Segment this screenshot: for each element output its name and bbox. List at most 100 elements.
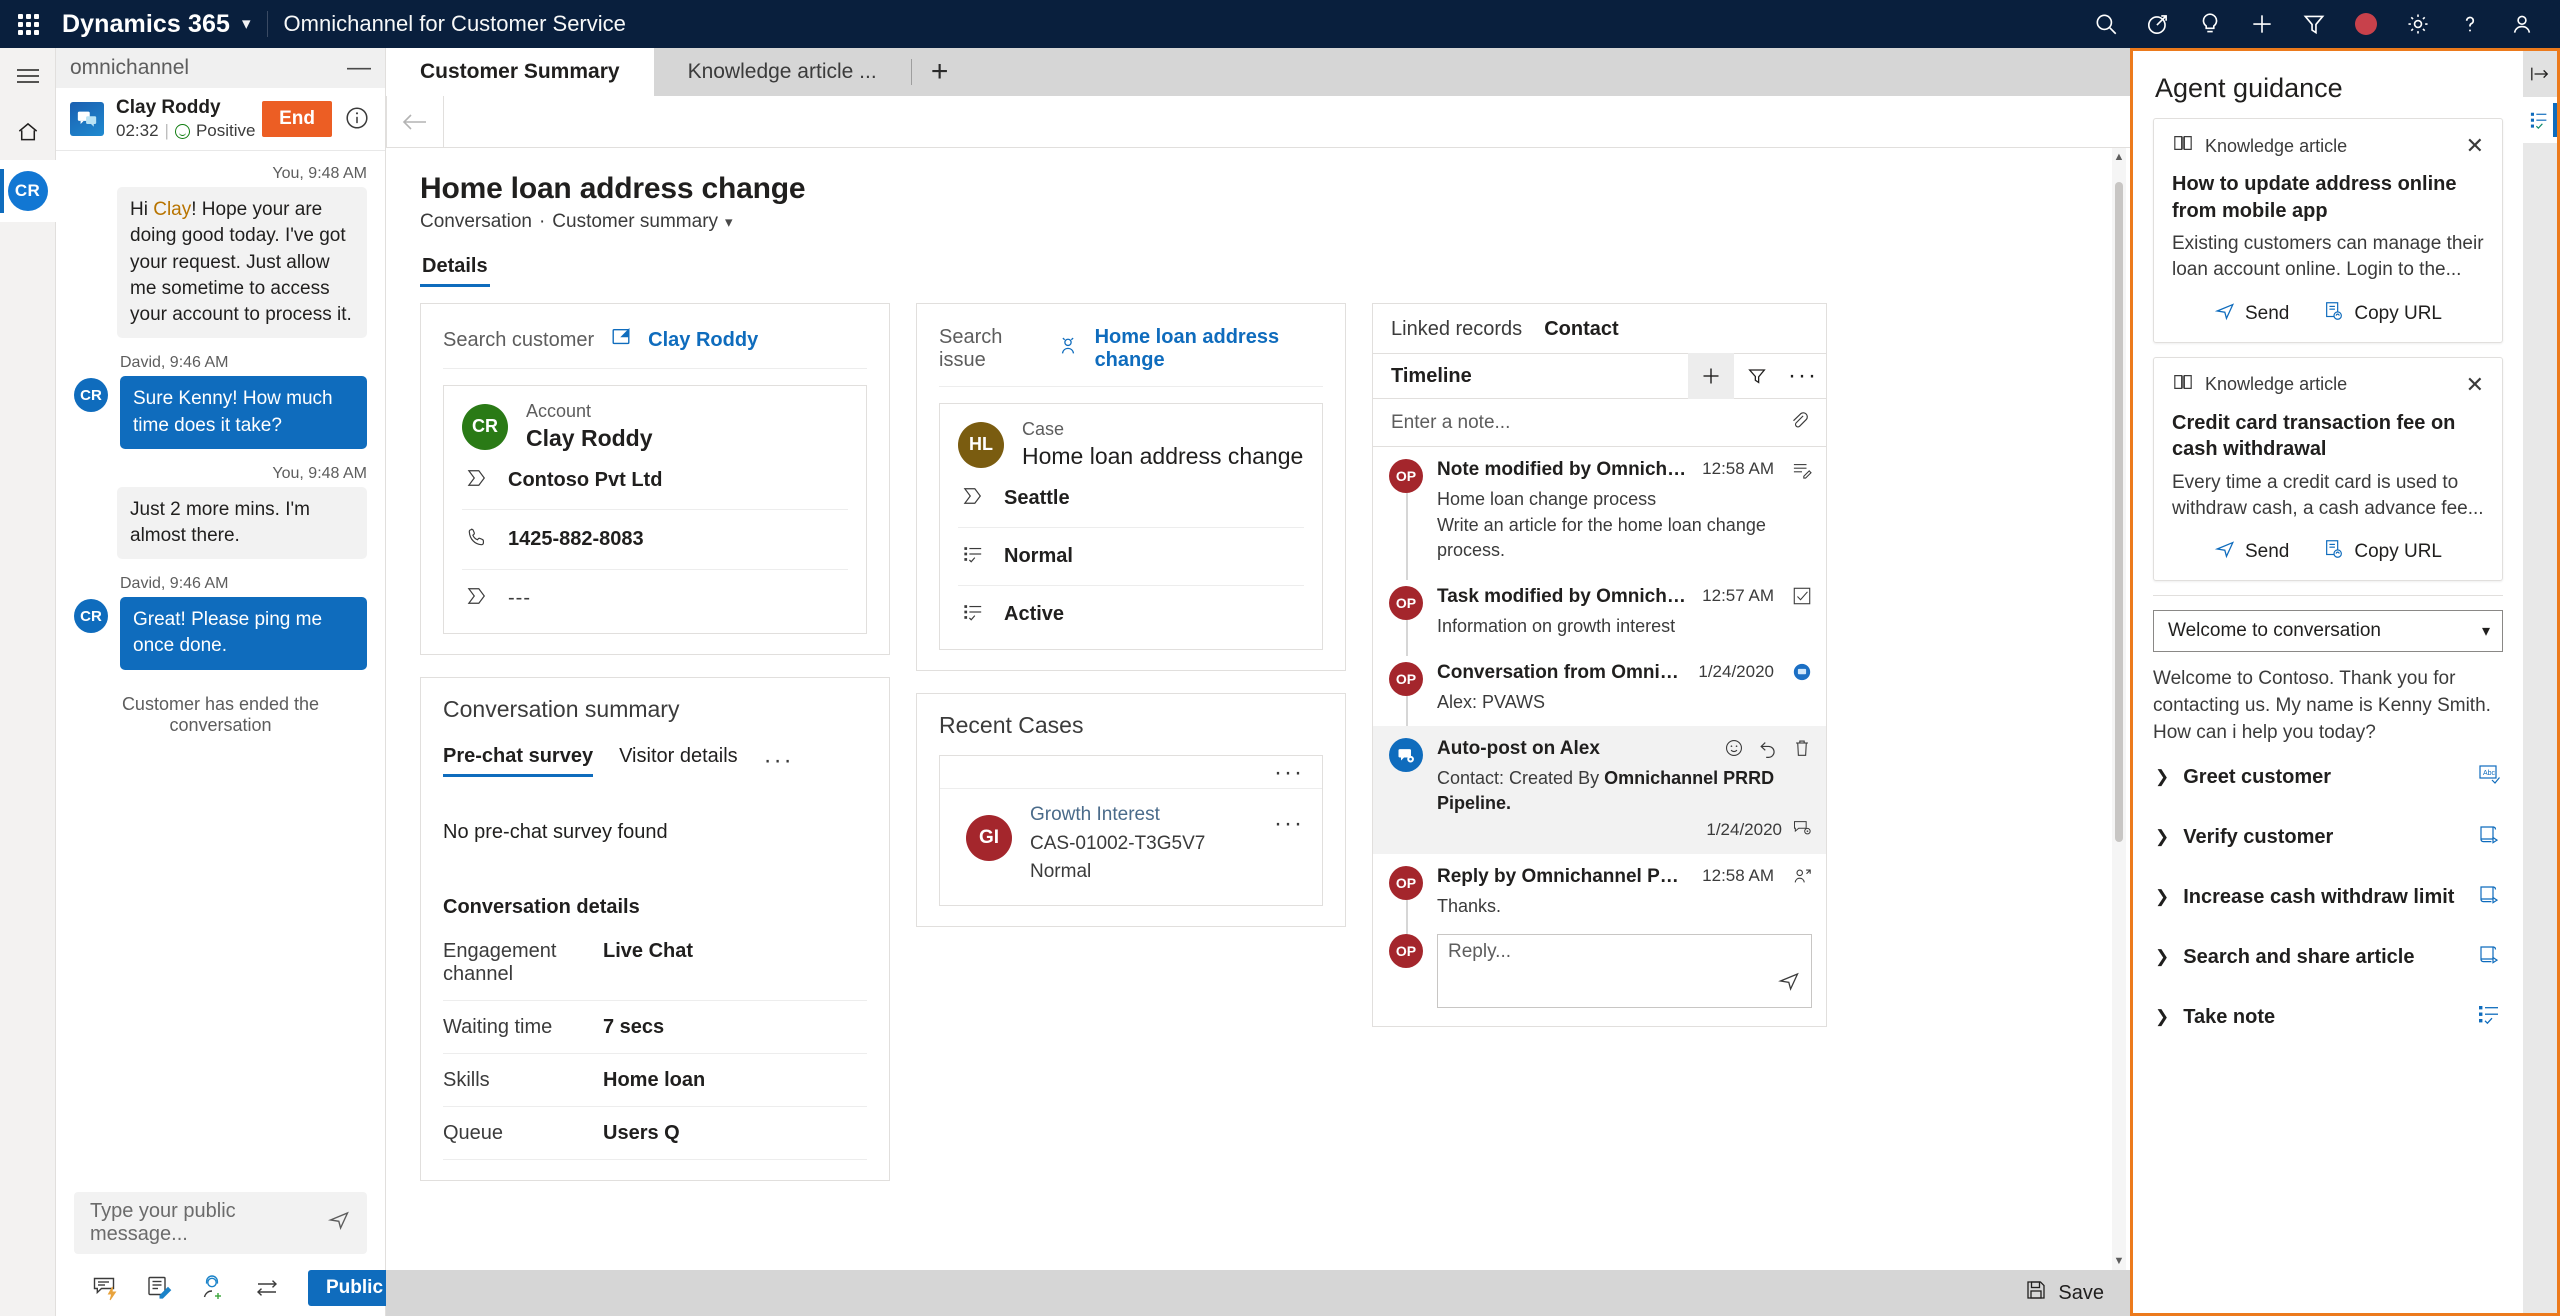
entity-type-label: Account	[526, 401, 592, 421]
notes-icon[interactable]	[146, 1275, 174, 1301]
knowledge-article-card[interactable]: Knowledge article ✕ How to update addres…	[2153, 118, 2503, 343]
tab-visitor-details[interactable]: Visitor details	[619, 745, 738, 777]
pre-chat-empty-message: No pre-chat survey found	[443, 820, 668, 843]
agent-scripts-icon[interactable]	[2523, 97, 2557, 143]
conversation-summary-overflow[interactable]: ···	[764, 748, 794, 773]
minimize-icon[interactable]: —	[347, 56, 371, 80]
agent-step-verify-customer[interactable]: ❯ Verify customer	[2153, 807, 2503, 867]
message-highlight: Clay	[153, 199, 192, 221]
timeline-item[interactable]: OP Task modified by Omnichann... 12:57 A…	[1373, 574, 1826, 657]
macro-icon[interactable]	[2477, 943, 2501, 971]
message-text-pre: Hi	[130, 199, 154, 221]
conversation-summary-title: Conversation summary	[443, 695, 680, 722]
timeline-item-actions	[1724, 738, 1812, 764]
chat-transcript[interactable]: You, 9:48 AM Hi Clay! Hope your are doin…	[56, 151, 385, 1192]
account-icon[interactable]	[2496, 0, 2548, 48]
tab-label: Customer Summary	[420, 60, 620, 83]
tab-linked-records[interactable]: Linked records	[1391, 318, 1522, 341]
scroll-down-arrow[interactable]: ▼	[2112, 1252, 2126, 1270]
emoji-icon[interactable]	[1724, 738, 1744, 764]
scrollbar-thumb[interactable]	[2115, 182, 2123, 842]
reply-icon[interactable]	[1758, 738, 1778, 764]
save-icon[interactable]	[2024, 1278, 2048, 1308]
record-icon[interactable]	[2340, 0, 2392, 48]
agent-step-search-and-share-article[interactable]: ❯ Search and share article	[2153, 927, 2503, 987]
filter-icon[interactable]	[2288, 0, 2340, 48]
paperclip-icon[interactable]	[1788, 409, 1810, 437]
breadcrumb-view[interactable]: Customer summary	[552, 211, 718, 233]
timeline-item[interactable]: OP Reply by Omnichannel PRRD Pipeline 12…	[1373, 854, 1826, 937]
message-input[interactable]: Type your public message...	[74, 1192, 367, 1254]
send-icon[interactable]	[1777, 969, 1801, 999]
knowledge-article-card[interactable]: Knowledge article ✕ Credit card transact…	[2153, 356, 2503, 582]
info-icon[interactable]	[343, 104, 373, 134]
timeline-note-input[interactable]: Enter a note...	[1373, 399, 1826, 447]
delete-icon[interactable]	[1792, 738, 1812, 764]
close-icon[interactable]: ✕	[2466, 135, 2484, 157]
tab-details[interactable]: Details	[420, 255, 490, 287]
gear-icon[interactable]	[2392, 0, 2444, 48]
timeline-reply-input[interactable]: Reply...	[1437, 934, 1812, 1009]
hamburger-menu-icon[interactable]	[0, 48, 56, 104]
plus-icon[interactable]	[2236, 0, 2288, 48]
chevron-down-icon[interactable]: ▾	[242, 14, 251, 34]
list-item[interactable]: GI Growth Interest CAS-01002-T3G5V7 Norm…	[940, 788, 1322, 905]
active-conversation-avatar[interactable]: CR	[0, 160, 56, 222]
send-icon	[2214, 538, 2236, 566]
case-link[interactable]: Home loan address change	[1095, 326, 1323, 372]
tab-knowledge-article[interactable]: Knowledge article ...	[654, 48, 911, 96]
transfer-icon[interactable]	[254, 1275, 282, 1301]
knowledge-article-header: Knowledge article ✕	[2172, 372, 2484, 398]
agent-step-increase-cash-withdraw-limit[interactable]: ❯ Increase cash withdraw limit	[2153, 867, 2503, 927]
timeline-item-line1: Home loan change process	[1437, 489, 1657, 509]
tab-customer-summary[interactable]: Customer Summary	[386, 48, 654, 96]
tab-contact[interactable]: Contact	[1544, 318, 1618, 341]
copy-url-button[interactable]: Copy URL	[2323, 300, 2442, 328]
message-input-placeholder: Type your public message...	[90, 1200, 236, 1245]
send-button[interactable]: Send	[2214, 300, 2289, 328]
help-icon[interactable]	[2444, 0, 2496, 48]
search-icon[interactable]	[2080, 0, 2132, 48]
consult-icon[interactable]	[200, 1275, 228, 1301]
end-conversation-button[interactable]: End	[262, 101, 332, 138]
goal-icon[interactable]	[2132, 0, 2184, 48]
agent-step-take-note[interactable]: ❯ Take note	[2153, 987, 2503, 1047]
filter-icon[interactable]	[1734, 353, 1780, 399]
lightbulb-icon[interactable]	[2184, 0, 2236, 48]
send-button[interactable]: Send	[2214, 538, 2289, 566]
timeline-item[interactable]: OP Conversation from Omnichan... 1/24/20…	[1373, 650, 1826, 733]
macro-icon[interactable]	[2477, 823, 2501, 851]
timeline-item[interactable]: OP Note modified by Omnichan... 12:58 AM	[1373, 447, 1826, 580]
scroll-up-arrow[interactable]: ▲	[2112, 148, 2126, 166]
detail-row: Skills Home loan	[443, 1054, 867, 1107]
timeline-item[interactable]: Auto-post on Alex Contact: Created By Om…	[1373, 726, 1826, 855]
back-button[interactable]	[387, 96, 443, 148]
send-icon[interactable]	[327, 1208, 351, 1238]
text-script-icon[interactable]: Abc	[2477, 763, 2501, 791]
copy-url-label: Copy URL	[2354, 302, 2443, 324]
quick-replies-icon[interactable]	[92, 1275, 120, 1301]
conversation-summary-card[interactable]: Clay Roddy 02:32 | Positive End	[56, 88, 385, 152]
save-label[interactable]: Save	[2058, 1282, 2104, 1305]
list-check-icon[interactable]	[2477, 1003, 2501, 1031]
more-icon[interactable]: ···	[1780, 353, 1826, 399]
tab-pre-chat-survey[interactable]: Pre-chat survey	[443, 745, 594, 777]
recent-case-overflow[interactable]: ···	[1274, 811, 1304, 836]
recent-cases-overflow[interactable]: ···	[1274, 760, 1304, 785]
form-column-left: Search customer Clay Roddy CR Account Cl…	[420, 303, 890, 1181]
customer-link[interactable]: Clay Roddy	[648, 329, 758, 352]
close-icon[interactable]: ✕	[2466, 374, 2484, 396]
copy-url-icon	[2323, 538, 2345, 566]
plus-icon[interactable]	[1688, 353, 1734, 399]
agent-script-select[interactable]: Welcome to conversation ▾	[2153, 610, 2503, 653]
add-tab-button[interactable]: +	[912, 48, 968, 96]
macro-icon[interactable]	[2477, 883, 2501, 911]
copy-url-button[interactable]: Copy URL	[2323, 538, 2442, 566]
home-icon[interactable]	[0, 104, 56, 160]
chevron-down-icon[interactable]: ▾	[725, 213, 733, 231]
chat-message: You, 9:48 AM Hi Clay! Hope your are doin…	[74, 165, 367, 339]
app-launcher-icon[interactable]	[0, 13, 56, 35]
agent-step-greet-customer[interactable]: ❯ Greet customer Abc	[2153, 747, 2503, 807]
expand-panel-icon[interactable]	[2523, 51, 2557, 97]
form-scrollbar[interactable]: ▲ ▼	[2112, 148, 2126, 1270]
